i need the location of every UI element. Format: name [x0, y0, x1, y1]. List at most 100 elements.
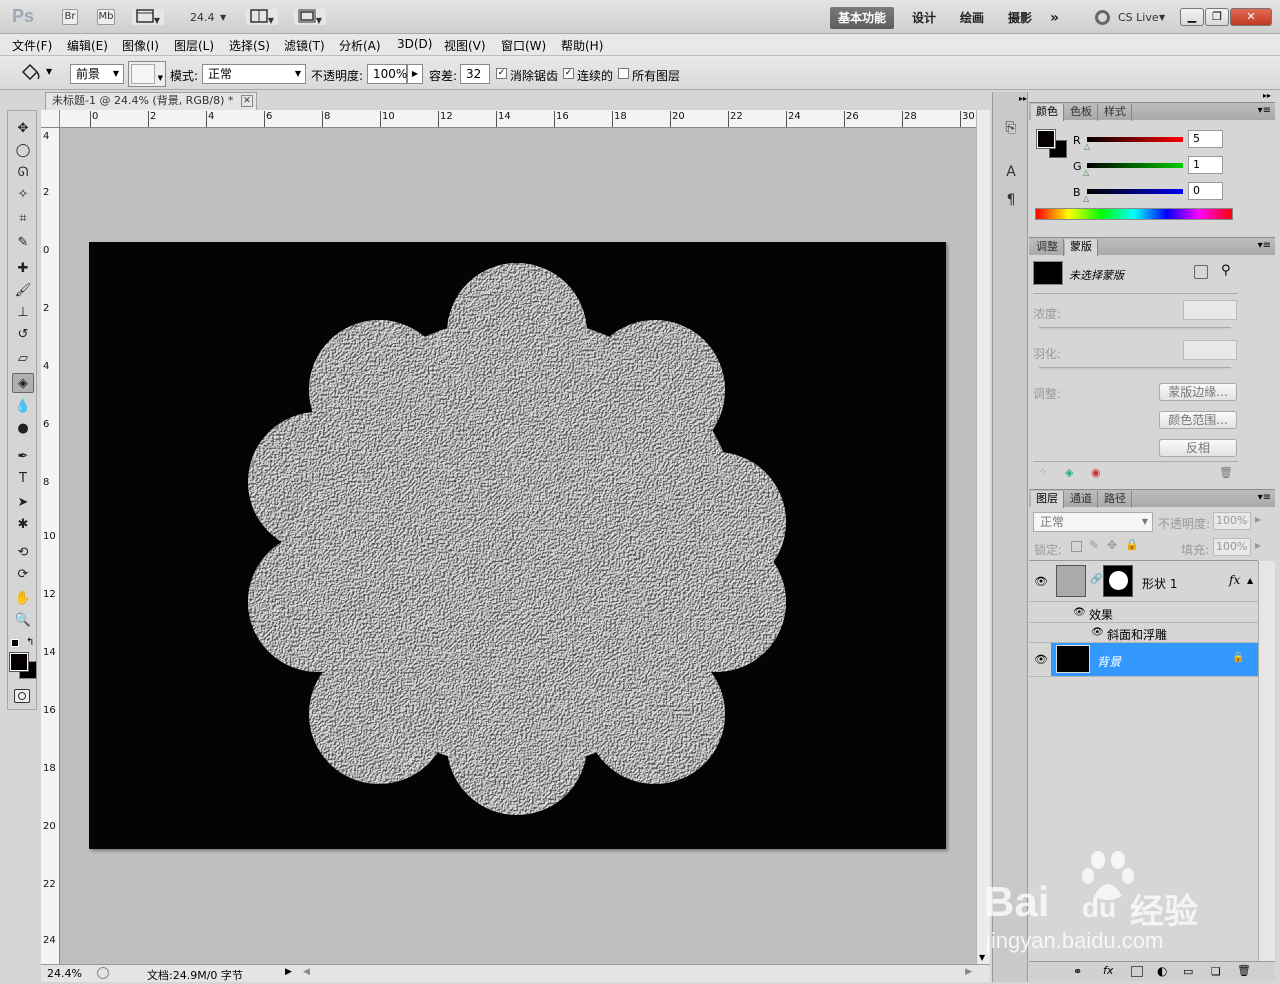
lock-image-icon[interactable]: ✎ — [1089, 538, 1099, 552]
delete-layer-icon[interactable]: 🗑 — [1237, 964, 1251, 977]
visibility-eye-icon[interactable]: 👁 — [1034, 575, 1048, 588]
opacity-arrow-icon[interactable]: ▶ — [1255, 515, 1261, 524]
default-colors-icon[interactable] — [11, 639, 19, 647]
bevel-eye-icon[interactable]: 👁 — [1091, 627, 1104, 638]
mode-select[interactable]: 正常 ▼ — [202, 64, 306, 84]
menu-view[interactable]: 视图(V) — [444, 37, 486, 54]
tab-layers[interactable]: 图层 — [1031, 491, 1064, 508]
workspace-photography[interactable]: 摄影 — [1000, 7, 1040, 29]
link-icon[interactable]: 🔗 — [1090, 574, 1102, 585]
delete-mask-icon[interactable]: 🗑 — [1219, 466, 1233, 479]
brush-tool[interactable]: 🖌 — [12, 281, 34, 301]
cs-live-dropdown-icon[interactable]: ▼ — [1159, 13, 1165, 22]
tab-channels[interactable]: 通道 — [1065, 491, 1098, 508]
scroll-left-icon[interactable]: ◀ — [303, 967, 310, 977]
3d-rotate-tool[interactable]: ⟲ — [12, 543, 34, 563]
antialias-checkbox[interactable]: ✓ — [496, 68, 507, 79]
3d-orbit-tool[interactable]: ⟳ — [12, 565, 34, 585]
g-value-input[interactable]: 1 — [1188, 156, 1223, 174]
mask-edge-button[interactable]: 蒙版边缘... — [1159, 383, 1237, 401]
feather-slider[interactable] — [1039, 367, 1231, 370]
vertical-scrollbar[interactable]: ▼ — [976, 110, 990, 964]
pattern-picker[interactable]: ▼ — [128, 61, 166, 87]
layer-name-shape[interactable]: 形状 1 — [1142, 575, 1177, 592]
status-zoom[interactable]: 24.4% — [47, 967, 82, 980]
load-selection-icon[interactable]: ⁘ — [1039, 467, 1047, 478]
visibility-eye-icon[interactable]: 👁 — [1034, 653, 1048, 666]
tolerance-input[interactable]: 32 — [460, 64, 490, 84]
crop-tool[interactable]: ⌗ — [12, 209, 34, 229]
tab-swatches[interactable]: 色板 — [1065, 104, 1098, 121]
layer-row-shape[interactable]: 👁 🔗 形状 1 fx ▲ — [1029, 562, 1258, 602]
path-selection-tool[interactable]: ➤ — [12, 493, 34, 513]
layer-name-background[interactable]: 背景 — [1097, 653, 1121, 670]
color-spectrum-bar[interactable] — [1035, 208, 1233, 220]
density-slider[interactable] — [1039, 327, 1231, 330]
layer-row-background[interactable]: 👁 背景 🔒 — [1029, 643, 1258, 677]
vertical-ruler[interactable]: 4 2 0 2 4 6 8 10 12 14 16 18 20 22 24 — [41, 128, 60, 964]
workspace-painting[interactable]: 绘画 — [952, 7, 992, 29]
g-slider[interactable] — [1087, 163, 1183, 168]
vector-mask-thumbnail[interactable] — [1103, 565, 1133, 597]
fill-arrow-icon[interactable]: ▶ — [1255, 541, 1261, 550]
menu-help[interactable]: 帮助(H) — [561, 37, 603, 54]
dock-collapse-icon[interactable]: ▸▸ — [1019, 94, 1027, 103]
color-range-button[interactable]: 颜色范围... — [1159, 411, 1237, 429]
custom-shape-tool[interactable]: ✱ — [12, 515, 34, 535]
add-style-icon[interactable]: fx — [1103, 964, 1113, 977]
lock-position-icon[interactable]: ✥ — [1107, 538, 1117, 552]
panel-menu-icon[interactable]: ▾≡ — [1258, 105, 1271, 116]
layer-effects-row[interactable]: 👁 效果 — [1029, 603, 1258, 623]
bridge-button[interactable]: Br — [62, 9, 78, 25]
add-pixel-mask-icon[interactable] — [1194, 265, 1208, 279]
menu-image[interactable]: 图像(I) — [122, 37, 159, 54]
screen-mode-button[interactable]: ▼ — [294, 9, 326, 25]
effects-eye-icon[interactable]: 👁 — [1073, 607, 1086, 618]
menu-analysis[interactable]: 分析(A) — [339, 37, 381, 54]
fg-color-swatch[interactable] — [1036, 129, 1056, 149]
marquee-tool[interactable]: ◯ — [12, 141, 34, 161]
apply-mask-icon[interactable]: ◈ — [1065, 466, 1073, 479]
view-extras-button[interactable]: ▼ — [132, 9, 164, 25]
add-mask-icon[interactable] — [1131, 966, 1143, 977]
arrange-documents-button[interactable]: ▼ — [246, 9, 278, 25]
zoom-dropdown-icon[interactable]: ▼ — [220, 13, 226, 22]
cs-live-icon[interactable] — [1095, 10, 1110, 25]
healing-brush-tool[interactable]: ✚ — [12, 259, 34, 279]
move-tool[interactable]: ✥ — [12, 119, 34, 139]
hand-tool[interactable]: ✋ — [12, 589, 34, 609]
cs-live-label[interactable]: CS Live — [1118, 11, 1159, 24]
restore-button[interactable]: ❐ — [1205, 8, 1229, 26]
panels-collapse-bar[interactable]: ▸▸ — [1029, 91, 1275, 102]
blur-tool[interactable]: 💧 — [12, 397, 34, 417]
blend-mode-select[interactable]: 正常 ▼ — [1033, 512, 1153, 532]
fill-input[interactable]: 100% — [1213, 538, 1251, 556]
history-brush-tool[interactable]: ↺ — [12, 325, 34, 345]
menu-edit[interactable]: 编辑(E) — [67, 37, 108, 54]
tab-color[interactable]: 颜色 — [1031, 104, 1064, 121]
close-window-button[interactable]: ✕ — [1230, 8, 1272, 26]
zoom-level[interactable]: 24.4 — [190, 11, 215, 24]
dodge-tool[interactable]: ● — [12, 419, 34, 439]
all-layers-checkbox[interactable] — [618, 68, 629, 79]
panel-menu-icon[interactable]: ▾≡ — [1258, 492, 1271, 503]
pen-tool[interactable]: ✒ — [12, 447, 34, 467]
scroll-right-icon[interactable]: ▶ — [965, 967, 972, 977]
r-value-input[interactable]: 5 — [1188, 130, 1223, 148]
tab-masks[interactable]: 蒙版 — [1065, 239, 1098, 256]
clone-stamp-tool[interactable]: ⊥ — [12, 303, 34, 323]
link-layers-icon[interactable]: ⚭ — [1073, 965, 1082, 978]
tab-paths[interactable]: 路径 — [1099, 491, 1132, 508]
workspace-essentials[interactable]: 基本功能 — [830, 7, 895, 29]
more-workspaces-button[interactable]: » — [1042, 7, 1067, 29]
workspace-design[interactable]: 设计 — [904, 7, 944, 29]
close-document-icon[interactable]: ✕ — [241, 95, 253, 107]
lock-transparent-icon[interactable] — [1071, 541, 1082, 552]
tab-adjustments[interactable]: 调整 — [1031, 239, 1064, 256]
opacity-input[interactable]: 100% — [367, 64, 407, 84]
status-preview-icon[interactable] — [97, 967, 109, 979]
disable-mask-icon[interactable]: ◉ — [1091, 466, 1101, 479]
flower-shape-layer[interactable] — [89, 242, 946, 849]
status-menu-arrow-icon[interactable]: ▶ — [285, 967, 292, 977]
slider-thumb-icon[interactable]: △ — [1084, 142, 1090, 151]
